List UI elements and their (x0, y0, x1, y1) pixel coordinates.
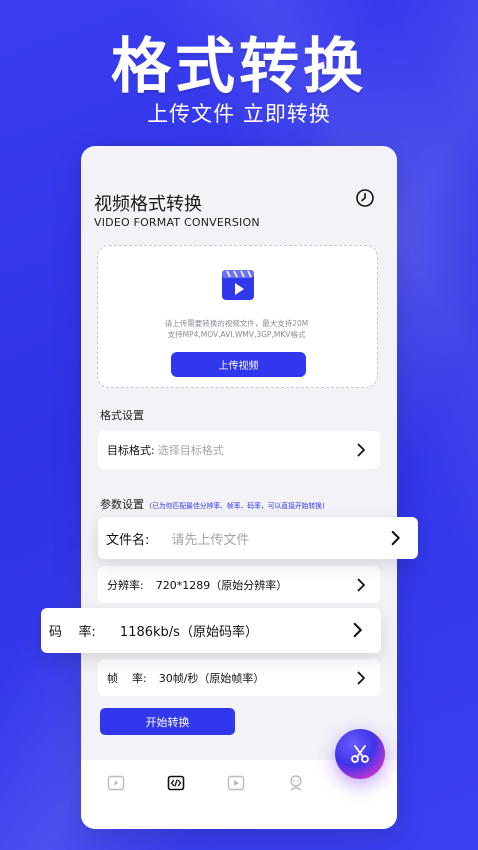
profile-icon[interactable] (287, 774, 305, 792)
video-file-icon (222, 270, 254, 300)
chevron-right-icon (357, 671, 365, 685)
hero-subtitle: 上传文件 立即转换 (147, 102, 331, 126)
upload-hint: 请上传需要转换的视频文件，最大支持20M 支持MP4,MOV,AVI,WMV,3… (108, 318, 365, 340)
media-play-icon[interactable] (227, 774, 245, 792)
history-button[interactable] (354, 187, 376, 209)
start-convert-button[interactable]: 开始转换 (100, 708, 235, 735)
framerate-value: 30帧/秒（原始帧率） (158, 671, 265, 685)
upload-hint-line: 支持MP4,MOV,AVI,WMV,3GP,MKV格式 (167, 330, 306, 339)
bitrate-label: 码 率: (49, 625, 96, 640)
param-settings-note: (已为你匹配最佳分辨率、帧率、码率，可以直接开始转换) (149, 502, 325, 510)
page-subtitle: VIDEO FORMAT CONVERSION (94, 216, 260, 229)
upload-video-button[interactable]: 上传视频 (171, 352, 306, 377)
target-format-label: 目标格式: (107, 444, 155, 457)
hero-title: 格式转换 (111, 32, 367, 102)
chevron-right-icon (357, 578, 365, 592)
filename-row[interactable]: 文件名: 请先上传文件 (98, 517, 418, 559)
target-format-row[interactable]: 目标格式: 选择目标格式 (98, 431, 380, 469)
resolution-row[interactable]: 分辨率: 720*1289（原始分辨率） (98, 566, 380, 603)
code-icon[interactable] (167, 774, 185, 792)
param-settings-title: 参数设置 (100, 498, 144, 511)
bitrate-row[interactable]: 码 率: 1186kb/s（原始码率） (41, 608, 381, 653)
page-title: 视频格式转换 (94, 194, 202, 215)
upload-area[interactable]: 请上传需要转换的视频文件，最大支持20M 支持MP4,MOV,AVI,WMV,3… (97, 245, 378, 388)
phone-screen: 视频格式转换 VIDEO FORMAT CONVERSION 请上传需要转换的视… (81, 146, 397, 829)
filename-label: 文件名: (106, 532, 150, 548)
scissors-icon (351, 745, 369, 763)
bitrate-value: 1186kb/s（原始码率） (119, 625, 258, 640)
param-settings-label: 参数设置 (已为你匹配最佳分辨率、帧率、码率，可以直接开始转换) (100, 496, 325, 512)
format-settings-label: 格式设置 (100, 409, 144, 422)
clock-icon (356, 189, 374, 207)
upload-hint-line: 请上传需要转换的视频文件，最大支持20M (164, 319, 309, 328)
framerate-label: 帧 率: (107, 671, 147, 685)
resolution-label: 分辨率: (107, 578, 144, 592)
chevron-right-icon (391, 530, 400, 546)
target-format-placeholder: 选择目标格式 (157, 444, 224, 457)
video-play-icon[interactable] (107, 774, 125, 792)
scissors-fab-button[interactable] (335, 729, 385, 779)
chevron-right-icon (357, 443, 365, 457)
framerate-row[interactable]: 帧 率: 30帧/秒（原始帧率） (98, 659, 380, 696)
filename-placeholder: 请先上传文件 (171, 532, 250, 548)
chevron-right-icon (353, 622, 362, 638)
resolution-value: 720*1289（原始分辨率） (155, 578, 288, 592)
